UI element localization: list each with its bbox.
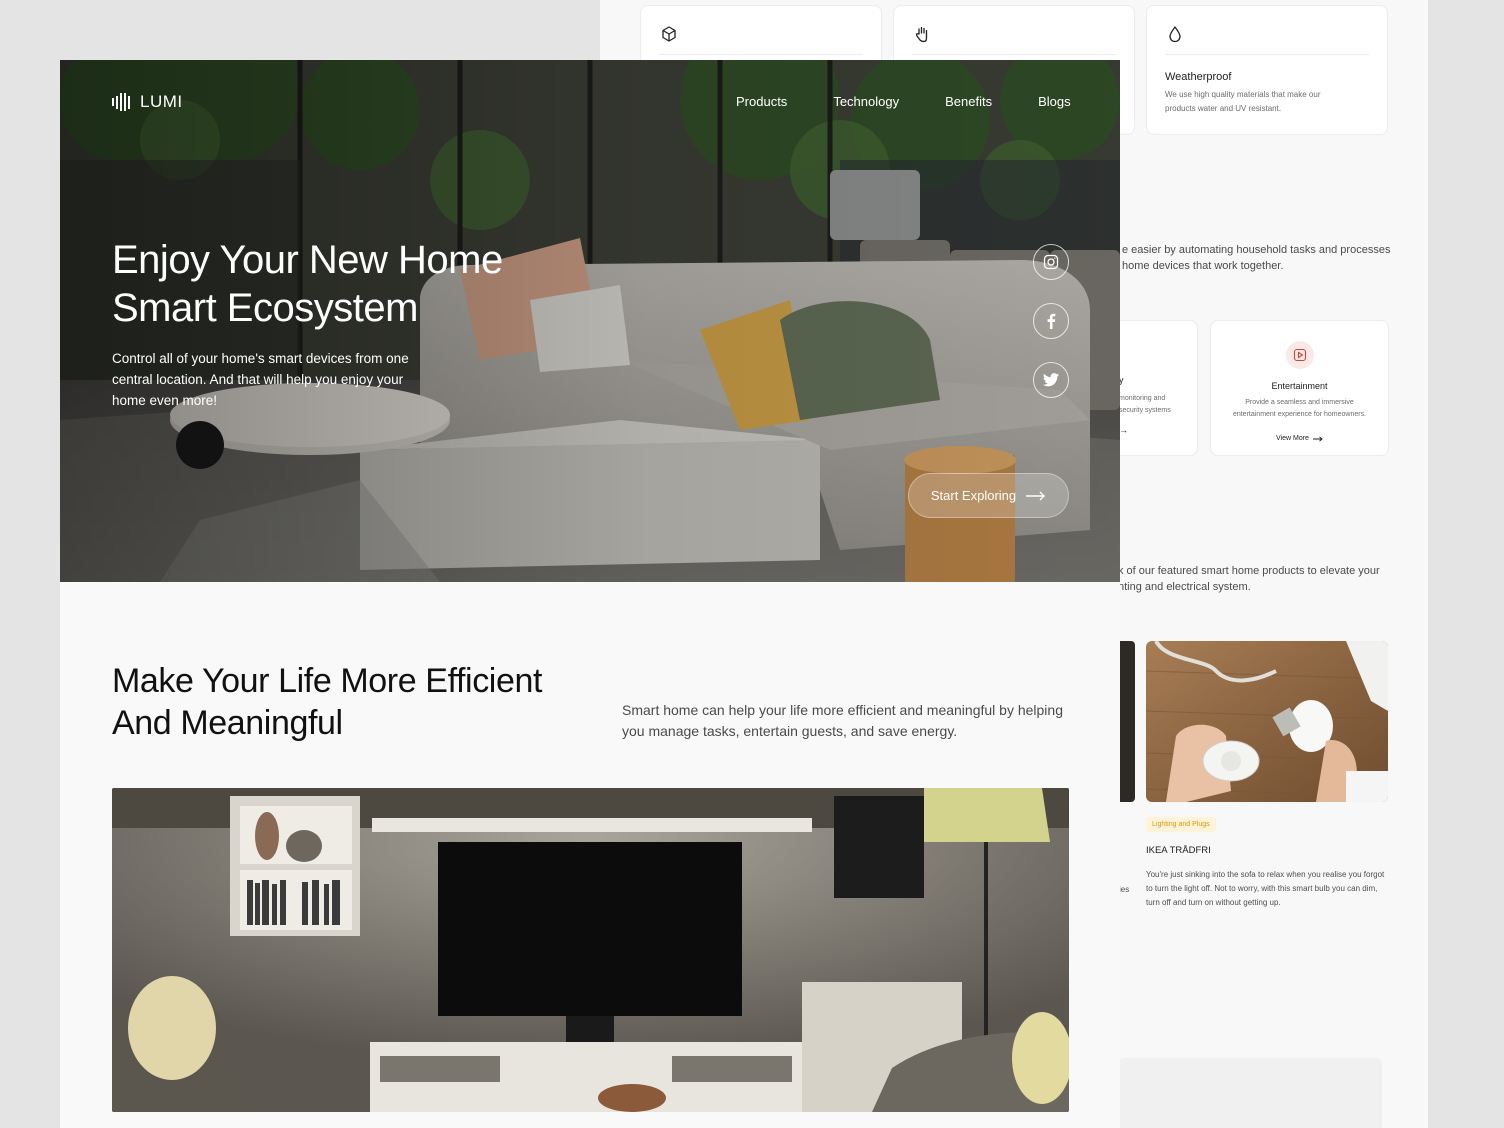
hero-subtitle: Control all of your home's smart devices… <box>112 351 409 408</box>
card-divider <box>659 54 863 55</box>
nav-products[interactable]: Products <box>736 94 787 109</box>
facebook-icon <box>1047 313 1056 329</box>
service-desc: monitoring and security systems <box>1119 393 1197 417</box>
twitter-link[interactable] <box>1033 362 1069 398</box>
main-nav: Products Technology Benefits Blogs <box>736 94 1071 109</box>
category-tag: Lighting and Plugs <box>1146 817 1216 832</box>
nav-benefits[interactable]: Benefits <box>945 94 992 109</box>
service-desc-line: monitoring and <box>1119 395 1166 402</box>
service-desc-line: security systems <box>1119 407 1171 414</box>
card-divider <box>1165 54 1369 55</box>
twitter-icon <box>1043 373 1059 387</box>
view-more-link[interactable]: View More <box>1276 435 1323 442</box>
drop-icon <box>1169 26 1181 43</box>
feature-card-weatherproof: Weatherproof We use high quality materia… <box>1146 5 1388 135</box>
feature-title: Weatherproof <box>1165 71 1232 83</box>
product-fragment: ies <box>1119 885 1130 894</box>
brand-name: LUMI <box>140 92 183 111</box>
instagram-link[interactable] <box>1033 244 1069 280</box>
view-more-link[interactable]: → <box>1119 425 1197 435</box>
service-card-security: y monitoring and security systems → <box>1108 320 1198 456</box>
section-title: Make Your Life More Efficient And Meanin… <box>112 662 543 742</box>
facebook-link[interactable] <box>1033 303 1069 339</box>
products-intro: k of our featured smart home products to… <box>1118 563 1418 595</box>
hero-section: LUMI Products Technology Benefits Blogs … <box>60 60 1120 582</box>
products-line: hting and electrical system. <box>1118 581 1251 593</box>
intro-text: e easier by automating household tasks a… <box>1122 242 1422 274</box>
placeholder-block <box>1118 1058 1382 1128</box>
product-image-partial <box>1118 641 1135 802</box>
brand-logo[interactable]: LUMI <box>112 92 183 112</box>
instagram-icon <box>1043 254 1059 270</box>
product-desc: You're just sinking into the sofa to rel… <box>1146 870 1385 907</box>
arrow-right-icon <box>1312 435 1323 442</box>
cta-label: Start Exploring <box>930 488 1017 503</box>
arrow-right-icon <box>1026 491 1046 500</box>
hero-title: Enjoy Your New Home Smart Ecosystem <box>112 238 503 330</box>
tv-room-photo <box>112 788 1069 1112</box>
nav-blogs[interactable]: Blogs <box>1038 94 1071 109</box>
front-page: LUMI Products Technology Benefits Blogs … <box>60 60 1120 1128</box>
feature-desc: We use high quality materials that make … <box>1165 90 1321 113</box>
products-line: k of our featured smart home products to… <box>1118 565 1380 577</box>
service-title: Entertainment <box>1271 381 1328 391</box>
start-exploring-button[interactable]: Start Exploring <box>908 473 1069 518</box>
nav-technology[interactable]: Technology <box>833 94 899 109</box>
card-divider <box>912 54 1116 55</box>
tv-room-image <box>112 788 1069 1112</box>
hand-icon <box>915 26 928 43</box>
smart-bulb-photo <box>1146 641 1388 802</box>
product-title: IKEA TRÅDFRI <box>1146 845 1211 856</box>
section-desc: Smart home can help your life more effic… <box>622 702 1063 739</box>
cube-icon <box>662 26 676 42</box>
service-desc: Provide a seamless and immersive enterta… <box>1232 399 1367 418</box>
service-card-entertainment: Entertainment Provide a seamless and imm… <box>1210 320 1389 456</box>
intro-line: home devices that work together. <box>1122 260 1284 272</box>
intro-line: e easier by automating household tasks a… <box>1122 244 1391 256</box>
play-icon <box>1285 341 1314 369</box>
service-title: y <box>1119 375 1124 385</box>
product-image[interactable] <box>1146 641 1388 802</box>
view-more-label: View More <box>1276 435 1309 442</box>
logo-icon <box>112 93 130 111</box>
